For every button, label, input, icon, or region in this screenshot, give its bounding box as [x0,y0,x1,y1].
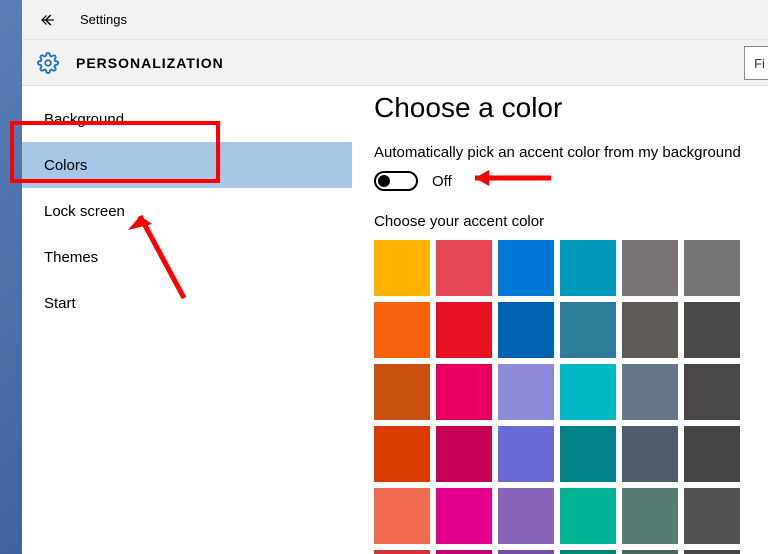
accent-swatch[interactable] [498,550,554,554]
accent-swatch[interactable] [436,364,492,420]
sidebar-item-label: Start [44,295,76,312]
sidebar-item-label: Themes [44,249,98,266]
accent-swatch[interactable] [374,488,430,544]
accent-swatch[interactable] [560,240,616,296]
sidebar-item-background[interactable]: Background [22,96,352,142]
accent-swatch[interactable] [374,364,430,420]
accent-swatch[interactable] [684,426,740,482]
accent-color-grid [374,240,768,554]
titlebar: Settings [22,0,768,40]
accent-color-label: Choose your accent color [374,213,768,230]
accent-swatch[interactable] [436,550,492,554]
accent-swatch[interactable] [622,426,678,482]
sidebar-item-colors[interactable]: Colors [22,142,352,188]
accent-swatch[interactable] [560,426,616,482]
accent-swatch[interactable] [622,550,678,554]
accent-swatch[interactable] [374,302,430,358]
find-button[interactable]: Fi [744,46,768,80]
sidebar: Background Colors Lock screen Themes Start [22,86,352,554]
header-title: PERSONALIZATION [76,55,224,71]
sidebar-item-start[interactable]: Start [22,280,352,326]
titlebar-text: Settings [80,12,127,27]
accent-swatch[interactable] [560,302,616,358]
accent-swatch[interactable] [498,364,554,420]
accent-swatch[interactable] [560,364,616,420]
content-pane: Choose a color Automatically pick an acc… [352,86,768,554]
accent-swatch[interactable] [498,426,554,482]
accent-swatch[interactable] [436,426,492,482]
accent-swatch[interactable] [684,488,740,544]
gear-icon [36,51,60,75]
header-row: PERSONALIZATION Fi [22,40,768,86]
sidebar-item-label: Lock screen [44,203,125,220]
accent-swatch[interactable] [560,488,616,544]
accent-swatch[interactable] [622,488,678,544]
accent-swatch[interactable] [374,550,430,554]
sidebar-item-themes[interactable]: Themes [22,234,352,280]
accent-swatch[interactable] [436,302,492,358]
accent-swatch[interactable] [684,550,740,554]
back-button[interactable] [34,6,62,34]
accent-swatch[interactable] [498,488,554,544]
accent-swatch[interactable] [374,426,430,482]
toggle-knob-icon [378,175,390,187]
accent-swatch[interactable] [498,240,554,296]
auto-accent-state: Off [432,173,452,190]
accent-swatch[interactable] [436,488,492,544]
sidebar-item-label: Colors [44,157,87,174]
accent-swatch[interactable] [560,550,616,554]
accent-swatch[interactable] [498,302,554,358]
accent-swatch[interactable] [622,364,678,420]
accent-swatch[interactable] [436,240,492,296]
find-button-label: Fi [754,56,765,71]
page-title: Choose a color [374,92,768,124]
auto-accent-label: Automatically pick an accent color from … [374,144,768,161]
accent-swatch[interactable] [684,240,740,296]
accent-swatch[interactable] [622,240,678,296]
accent-swatch[interactable] [684,302,740,358]
sidebar-item-label: Background [44,111,124,128]
accent-swatch[interactable] [374,240,430,296]
accent-swatch[interactable] [622,302,678,358]
accent-swatch[interactable] [684,364,740,420]
auto-accent-toggle[interactable] [374,171,418,191]
sidebar-item-lock-screen[interactable]: Lock screen [22,188,352,234]
